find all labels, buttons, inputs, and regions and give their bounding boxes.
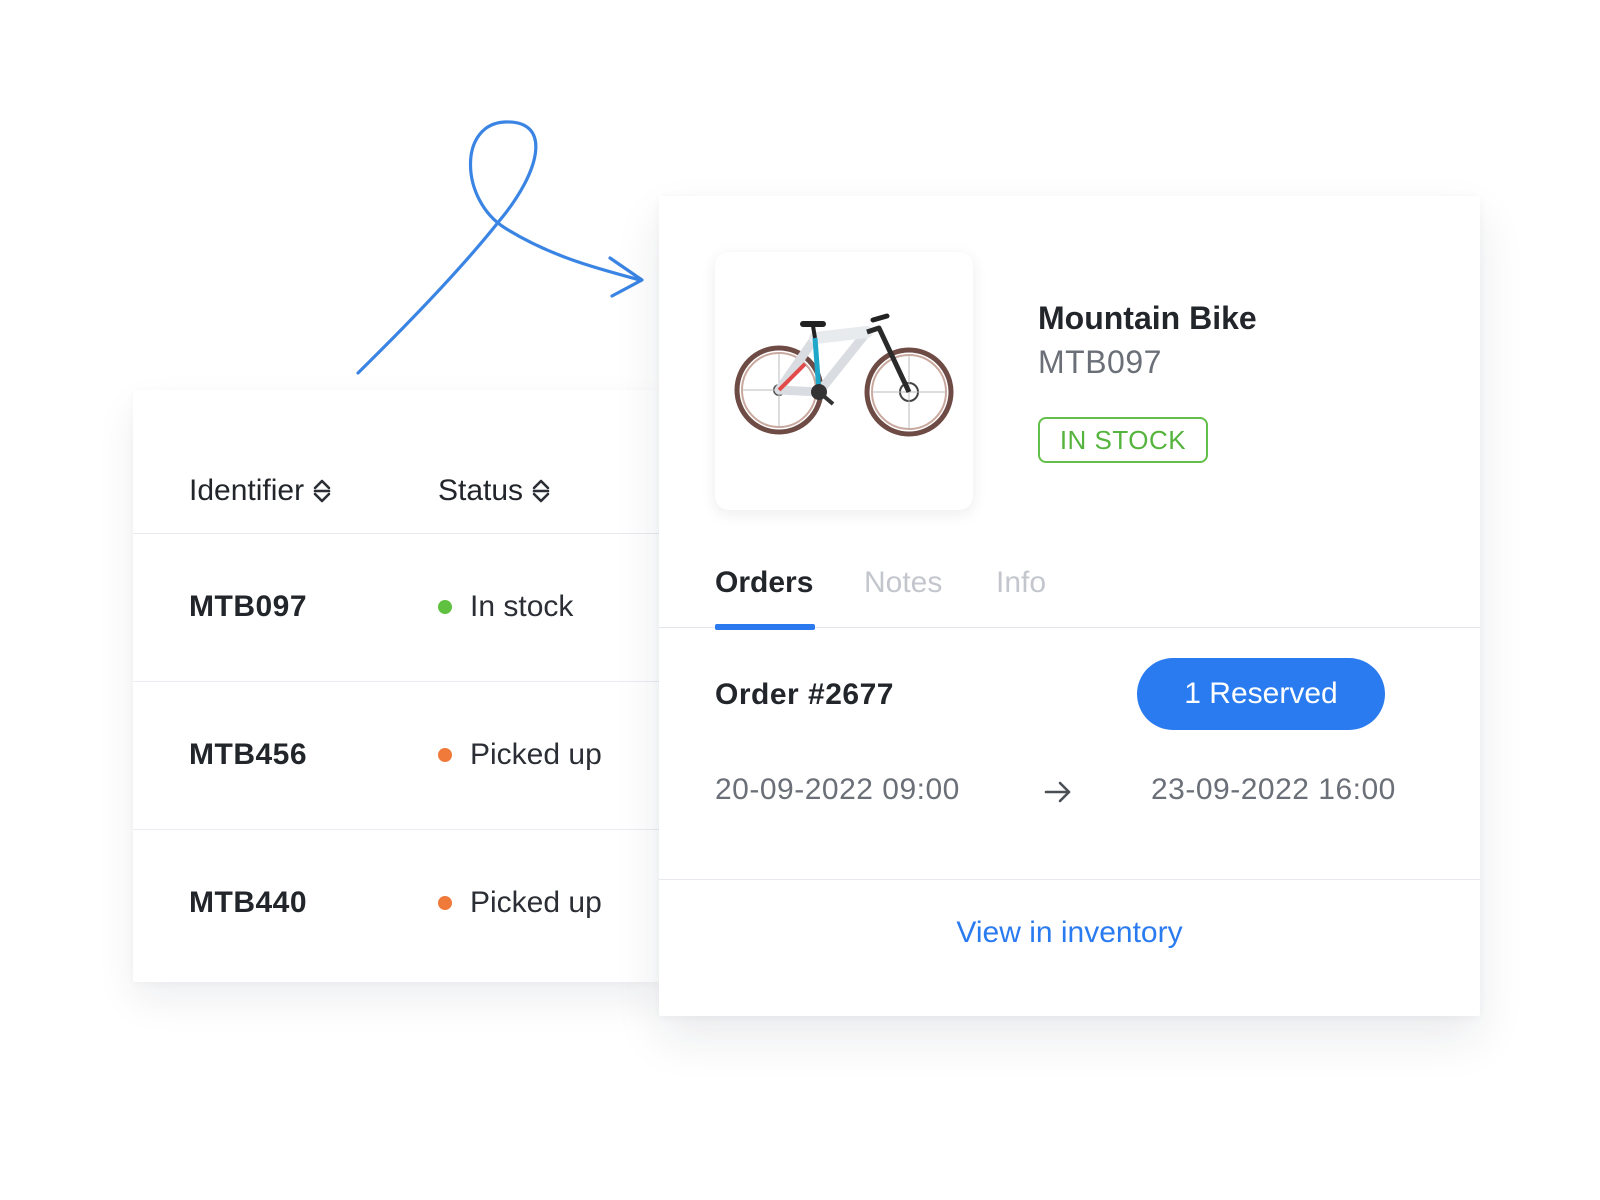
status-dot-icon [438, 896, 452, 910]
table-row[interactable]: MTB456 Picked up [133, 682, 659, 830]
row-identifier: MTB440 [189, 886, 308, 919]
arrow-right-icon [1044, 781, 1071, 803]
order-start-date: 20-09-2022 09:00 [715, 773, 960, 806]
product-detail-card: Mountain Bike MTB097 IN STOCK Orders Not… [659, 196, 1480, 1016]
status-dot-icon [438, 600, 452, 614]
status-dot-icon [438, 748, 452, 762]
column-header-label: Identifier [189, 474, 305, 507]
stock-status-badge: IN STOCK [1038, 417, 1208, 463]
sort-icon [313, 479, 331, 503]
table-header: Identifier Status [133, 390, 659, 534]
detail-tabs: Orders Notes Info [659, 566, 1480, 630]
order-title: Order #2677 [715, 678, 894, 711]
tab-info[interactable]: Info [996, 566, 1046, 628]
table-row[interactable]: MTB440 Picked up [133, 830, 659, 978]
column-header-identifier[interactable]: Identifier [189, 474, 332, 508]
stage: Identifier Status MTB097 In stock MTB456… [0, 0, 1600, 1200]
row-status: In stock [438, 590, 573, 624]
reserved-button[interactable]: 1 Reserved [1137, 658, 1385, 730]
sort-icon [532, 479, 550, 503]
order-end-date: 23-09-2022 16:00 [1151, 773, 1396, 806]
row-status: Picked up [438, 886, 602, 920]
status-label: Picked up [470, 886, 602, 919]
status-label: Picked up [470, 738, 602, 771]
row-status: Picked up [438, 738, 602, 772]
column-header-label: Status [438, 474, 524, 507]
status-label: In stock [470, 590, 574, 623]
row-identifier: MTB097 [189, 590, 308, 623]
product-name: Mountain Bike [1038, 300, 1257, 336]
inventory-table: Identifier Status MTB097 In stock MTB456… [133, 390, 659, 982]
product-image [715, 252, 973, 510]
row-identifier: MTB456 [189, 738, 308, 771]
table-row[interactable]: MTB097 In stock [133, 534, 659, 682]
active-tab-indicator [715, 624, 815, 630]
divider [659, 879, 1480, 880]
product-identifier: MTB097 [1038, 344, 1162, 380]
bike-image [734, 313, 954, 437]
column-header-status[interactable]: Status [438, 474, 551, 508]
tab-orders[interactable]: Orders [715, 566, 813, 628]
tab-notes[interactable]: Notes [864, 566, 942, 628]
view-in-inventory-link[interactable]: View in inventory [659, 916, 1480, 950]
